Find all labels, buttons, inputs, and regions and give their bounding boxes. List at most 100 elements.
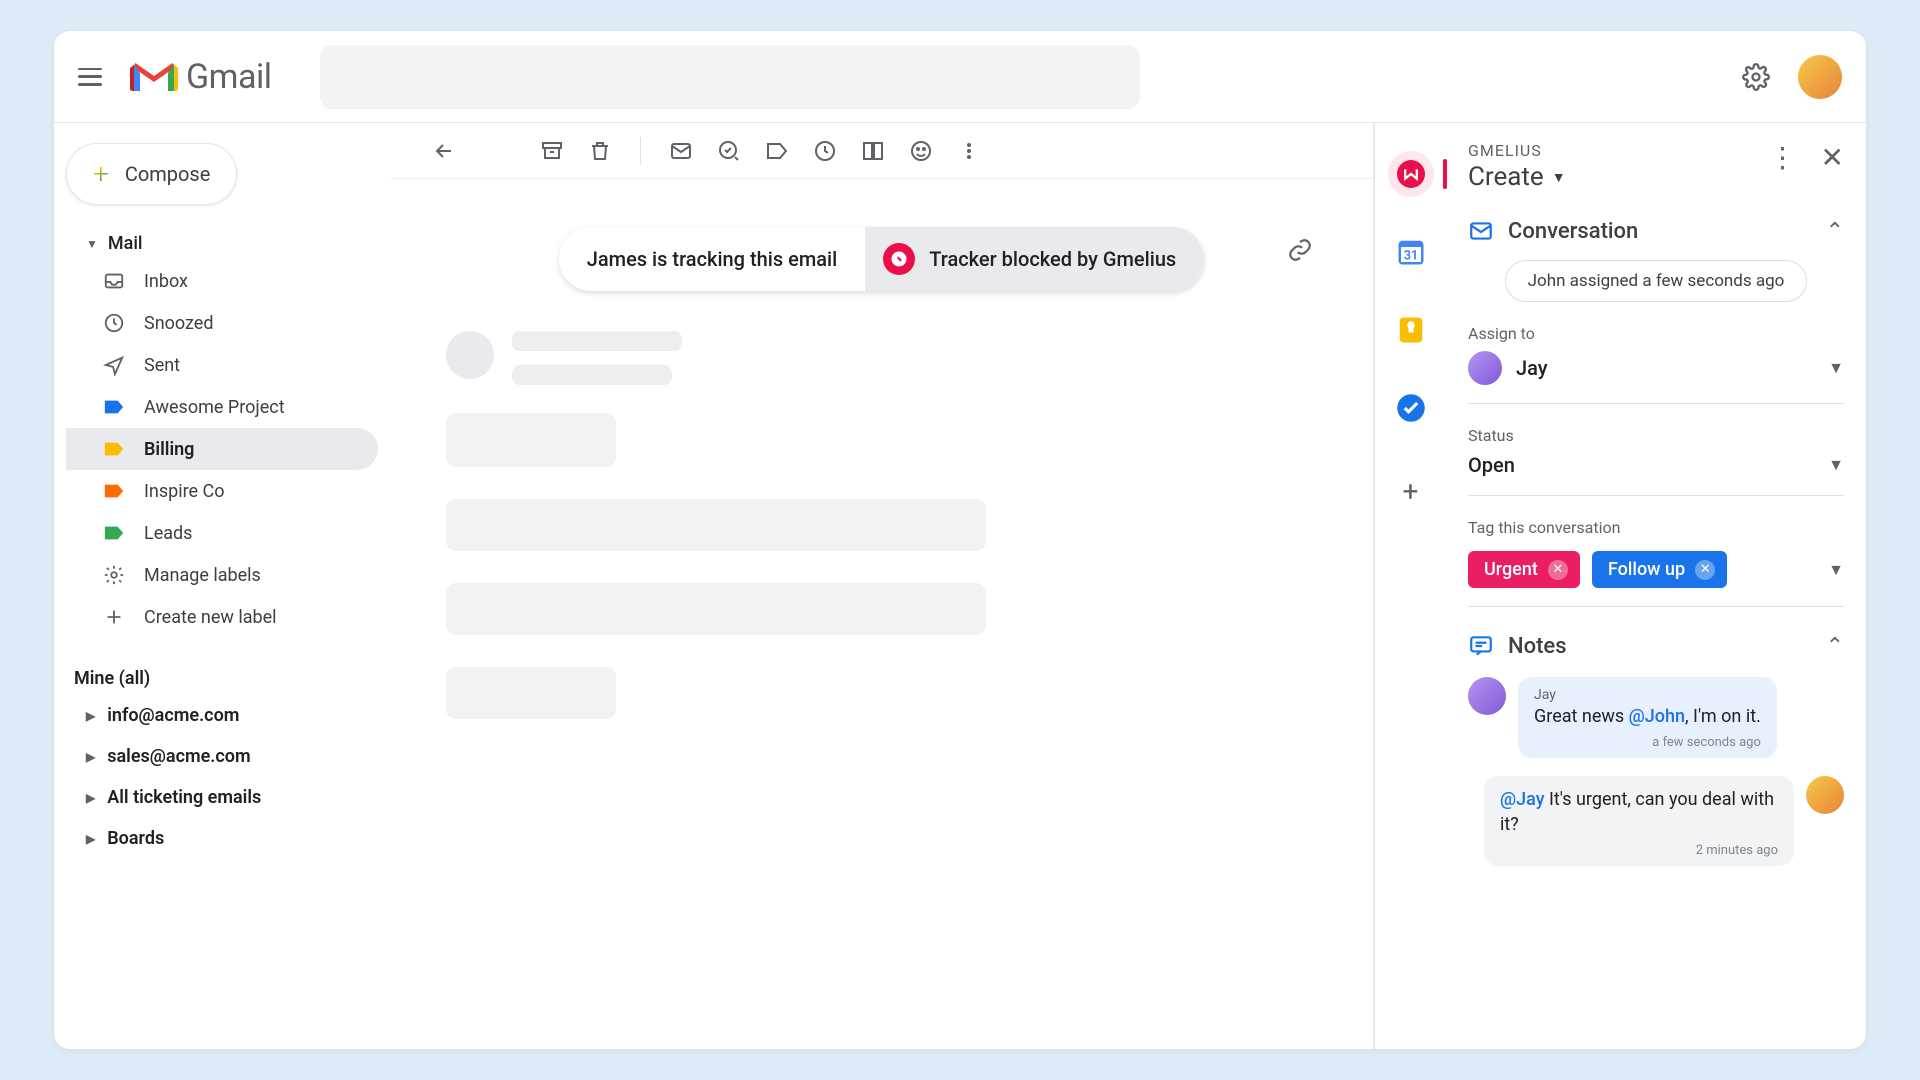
plus-icon: +: [93, 160, 109, 188]
status-label: Status: [1468, 426, 1844, 445]
conversation-section-header[interactable]: Conversation ⌃: [1468, 218, 1844, 244]
delete-icon[interactable]: [586, 137, 614, 165]
emoji-icon[interactable]: [907, 137, 935, 165]
panel-create-button[interactable]: Create▼: [1468, 162, 1566, 192]
sidebar-mail-header[interactable]: ▼ Mail: [66, 227, 378, 260]
panel-more-icon[interactable]: ⋮: [1769, 141, 1797, 174]
group-boards[interactable]: ▶Boards: [66, 818, 378, 859]
rail-gmelius-icon[interactable]: [1388, 151, 1434, 197]
skeleton: [446, 499, 986, 551]
gear-icon: [102, 563, 126, 587]
compose-label: Compose: [125, 162, 211, 186]
archive-icon[interactable]: [538, 137, 566, 165]
message-view: James is tracking this email Tracker blo…: [390, 123, 1374, 1049]
notes-section-header[interactable]: Notes ⌃: [1468, 633, 1844, 659]
chevron-down-icon: ▼: [1828, 455, 1844, 475]
notes-list: Jay Great news @John, I'm on it. a few s…: [1468, 677, 1844, 866]
sidebar-item-inbox[interactable]: Inbox: [66, 260, 378, 302]
copy-link-icon[interactable]: [1287, 237, 1313, 263]
sidebar-item-create-label[interactable]: Create new label: [66, 596, 378, 638]
skeleton: [446, 413, 616, 467]
rail-tasks-icon[interactable]: [1388, 385, 1434, 431]
chevron-down-icon: ▼: [1552, 169, 1566, 186]
add-task-icon[interactable]: [715, 137, 743, 165]
note-time: a few seconds ago: [1534, 735, 1761, 750]
tag-remove-icon[interactable]: ✕: [1548, 560, 1568, 580]
send-icon: [102, 353, 126, 377]
panel-brand: GMELIUS: [1468, 141, 1566, 160]
search-input[interactable]: [320, 45, 1140, 109]
panel-close-icon[interactable]: ✕: [1821, 141, 1844, 174]
note-item: @Jay It's urgent, can you deal with it? …: [1468, 776, 1844, 866]
assignee-avatar: [1468, 351, 1502, 385]
sidebar-item-manage-labels[interactable]: Manage labels: [66, 554, 378, 596]
note-body: @Jay It's urgent, can you deal with it?: [1500, 788, 1778, 837]
tag-icon: [102, 479, 126, 503]
tag-icon: [102, 521, 126, 545]
settings-icon[interactable]: [1742, 63, 1770, 91]
skeleton: [446, 583, 986, 635]
tag-remove-icon[interactable]: ✕: [1695, 560, 1715, 580]
tracker-sender: James is tracking this email: [559, 231, 865, 287]
tag-label: Tag this conversation: [1468, 518, 1844, 537]
rail-calendar-icon[interactable]: 31: [1388, 229, 1434, 275]
back-icon[interactable]: [430, 137, 458, 165]
tag-followup[interactable]: Follow up✕: [1592, 551, 1727, 588]
message-toolbar: [390, 123, 1373, 179]
gmail-logo[interactable]: Gmail: [130, 57, 272, 97]
split-icon[interactable]: [859, 137, 887, 165]
svg-text:31: 31: [1403, 249, 1417, 264]
note-item: Jay Great news @John, I'm on it. a few s…: [1468, 677, 1844, 758]
sidebar-item-billing[interactable]: Billing: [66, 428, 378, 470]
chevron-down-icon[interactable]: ▼: [1828, 560, 1844, 580]
snooze-icon[interactable]: [811, 137, 839, 165]
note-time: 2 minutes ago: [1500, 843, 1778, 858]
sidebar-item-awesome-project[interactable]: Awesome Project: [66, 386, 378, 428]
email-header-skeleton: [446, 331, 1317, 385]
note-body: Great news @John, I'm on it.: [1534, 705, 1761, 729]
gmelius-icon: [883, 243, 915, 275]
status-selector[interactable]: Open ▼: [1468, 453, 1844, 477]
sidebar-item-snoozed[interactable]: Snoozed: [66, 302, 378, 344]
chevron-right-icon: ▶: [86, 709, 95, 723]
note-avatar: [1468, 677, 1506, 715]
mail-label: Mail: [108, 233, 143, 254]
tracker-banner: James is tracking this email Tracker blo…: [559, 227, 1204, 291]
plus-icon: [102, 605, 126, 629]
compose-button[interactable]: + Compose: [66, 143, 237, 205]
menu-icon[interactable]: [78, 65, 102, 89]
assign-to-label: Assign to: [1468, 324, 1844, 343]
chevron-down-icon: ▼: [86, 237, 98, 251]
gmail-text: Gmail: [186, 57, 272, 97]
label-icon[interactable]: [763, 137, 791, 165]
sidebar-item-leads[interactable]: Leads: [66, 512, 378, 554]
sidebar-item-sent[interactable]: Sent: [66, 344, 378, 386]
assignment-pill: John assigned a few seconds ago: [1505, 260, 1808, 302]
chevron-right-icon: ▶: [86, 750, 95, 764]
chevron-down-icon: ▼: [1828, 358, 1844, 378]
note-author: Jay: [1534, 687, 1761, 703]
tag-urgent[interactable]: Urgent✕: [1468, 551, 1580, 588]
rail-add-icon[interactable]: +: [1403, 475, 1419, 508]
tag-icon: [102, 395, 126, 419]
inbox-icon: [102, 269, 126, 293]
more-icon[interactable]: [955, 137, 983, 165]
mark-unread-icon[interactable]: [667, 137, 695, 165]
clock-icon: [102, 311, 126, 335]
group-info[interactable]: ▶info@acme.com: [66, 695, 378, 736]
assignee-selector[interactable]: Jay ▼: [1468, 351, 1844, 385]
skeleton: [446, 667, 616, 719]
tags-row: Urgent✕ Follow up✕ ▼: [1468, 551, 1844, 588]
rail-keep-icon[interactable]: [1388, 307, 1434, 353]
group-ticketing[interactable]: ▶All ticketing emails: [66, 777, 378, 818]
chevron-up-icon[interactable]: ⌃: [1826, 634, 1844, 659]
user-avatar[interactable]: [1798, 55, 1842, 99]
gmelius-panel: GMELIUS Create▼ ⋮ ✕ Conversation ⌃ John …: [1446, 123, 1866, 1049]
sidebar-item-inspire-co[interactable]: Inspire Co: [66, 470, 378, 512]
chevron-right-icon: ▶: [86, 791, 95, 805]
chevron-up-icon[interactable]: ⌃: [1826, 219, 1844, 244]
group-sales[interactable]: ▶sales@acme.com: [66, 736, 378, 777]
tag-icon: [102, 437, 126, 461]
sidebar: + Compose ▼ Mail Inbox Snoozed S: [54, 123, 390, 1049]
note-avatar: [1806, 776, 1844, 814]
